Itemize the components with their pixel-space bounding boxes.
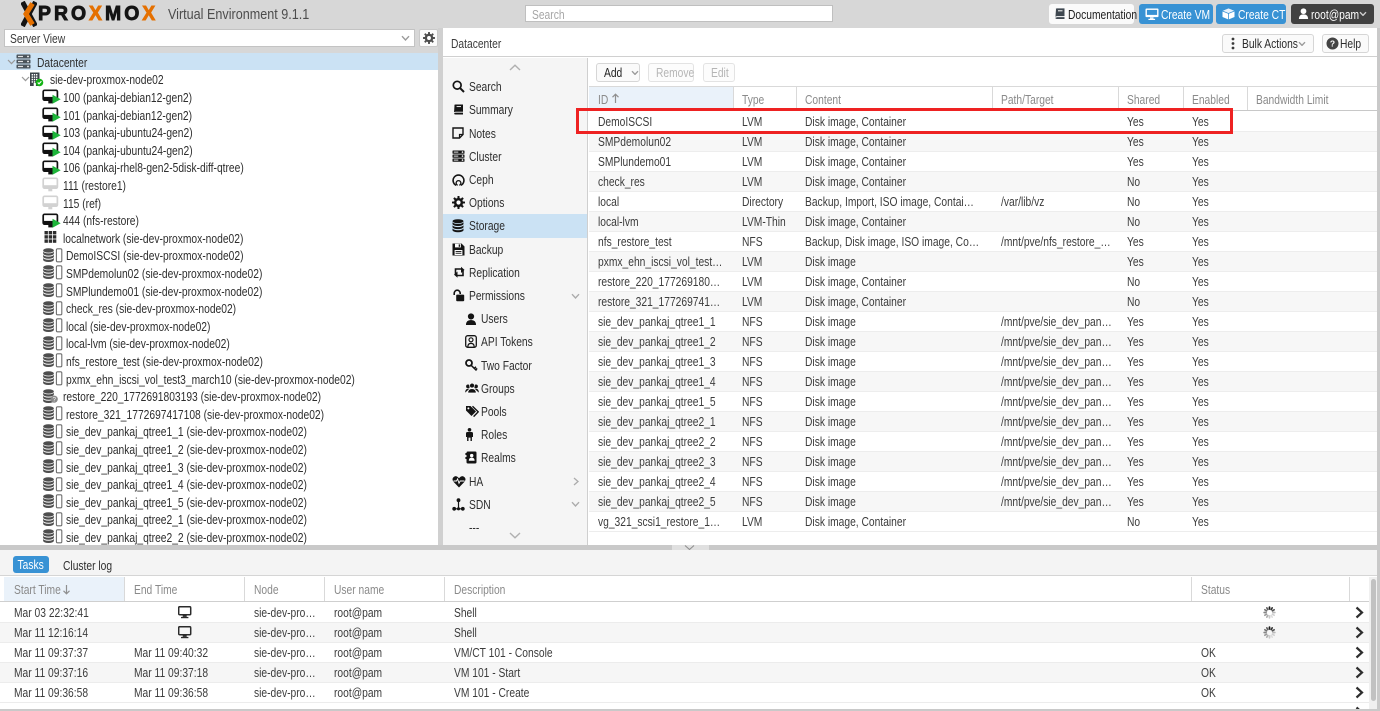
svg-text:?: ? [1330, 39, 1335, 49]
svg-text:?: ? [52, 396, 56, 403]
